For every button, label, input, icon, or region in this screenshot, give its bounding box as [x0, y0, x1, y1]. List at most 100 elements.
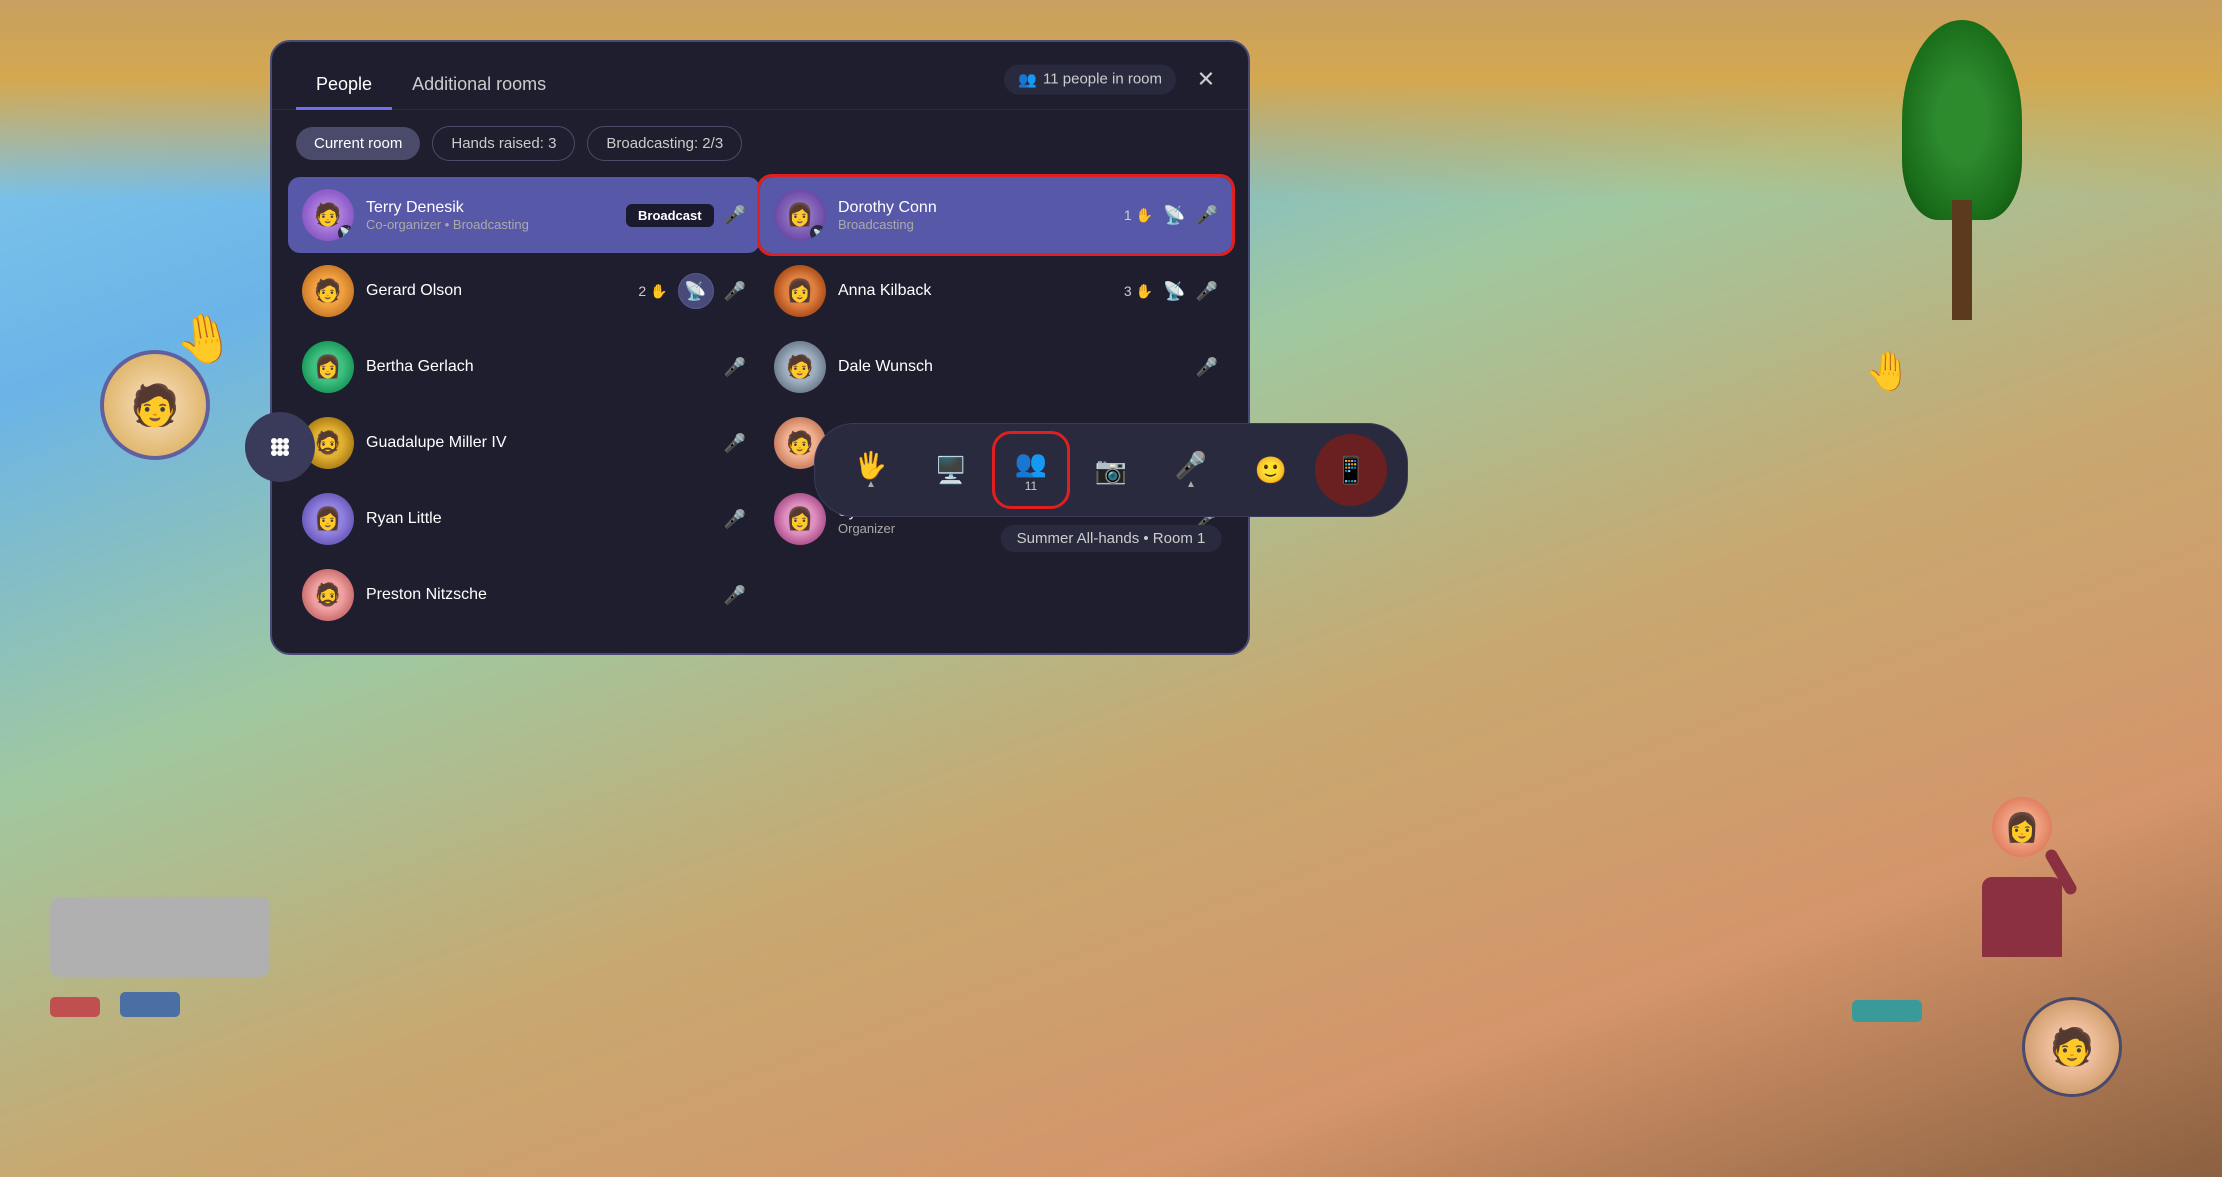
sofa	[50, 897, 270, 977]
avatar-dorothy-status: 📡	[810, 225, 826, 241]
raise-hand-icon: 🖐	[855, 450, 887, 481]
reactions-icon: 🙂	[1255, 455, 1287, 486]
people-count-badge: 11	[1025, 479, 1037, 493]
char-right-body	[1982, 877, 2062, 957]
tree-crown	[1902, 20, 2022, 220]
terry-name: Terry Denesik	[366, 199, 614, 217]
person-bertha[interactable]: 👩 Bertha Gerlach 🎤	[288, 329, 760, 405]
dorothy-role: Broadcasting	[838, 217, 1112, 232]
avatar-dorothy: 👩 📡	[774, 189, 826, 241]
room-info-badge: Summer All-hands • Room 1	[1001, 525, 1222, 552]
anna-mic-icon: 🎤	[1196, 281, 1218, 302]
room-info-label: Summer All-hands • Room 1	[1017, 530, 1206, 547]
tab-additional-rooms[interactable]: Additional rooms	[392, 62, 566, 110]
gerard-hand-emoji: ✋	[650, 283, 667, 300]
main-panel: People Additional rooms 👥 11 people in r…	[270, 40, 1250, 655]
mic-button[interactable]: 🎤 ▲	[1155, 434, 1227, 506]
anna-actions: 3 ✋ 📡 🎤	[1124, 281, 1218, 302]
bertha-actions: 🎤	[724, 357, 746, 378]
person-anna[interactable]: 👩 Anna Kilback 3 ✋ 📡 🎤	[760, 253, 1232, 329]
dale-mic-icon: 🎤	[1196, 357, 1218, 378]
apps-icon	[266, 433, 294, 461]
avatar-sylvia: 👩	[774, 493, 826, 545]
gerard-name: Gerard Olson	[366, 282, 626, 300]
avatar-bertha: 👩	[302, 341, 354, 393]
hand-wave-right: 🤚	[1865, 350, 1912, 394]
person-preston[interactable]: 🧔 Preston Nitzsche 🎤	[288, 557, 760, 633]
preston-name: Preston Nitzsche	[366, 586, 712, 604]
avatar-dale: 🧑	[774, 341, 826, 393]
preston-info: Preston Nitzsche	[366, 586, 712, 604]
avatar-bottom-right: 🧑	[2022, 997, 2122, 1097]
cushion-teal	[1852, 1000, 1922, 1022]
camera-icon: 📷	[1095, 455, 1127, 486]
people-button[interactable]: 👥 11	[995, 434, 1067, 506]
reactions-button[interactable]: 🙂	[1235, 434, 1307, 506]
filter-broadcasting[interactable]: Broadcasting: 2/3	[587, 126, 742, 161]
guadalupe-mic-icon: 🎤	[724, 433, 746, 454]
raise-hand-button[interactable]: 🖐 ▲	[835, 434, 907, 506]
avatar-left-emoji: 🧑	[130, 382, 180, 429]
gerard-hand-count-num: 2	[638, 283, 646, 299]
anna-hand-count: 3 ✋	[1124, 283, 1153, 300]
more-button[interactable]: 📱	[1315, 434, 1387, 506]
dorothy-signal-icon: 📡	[1163, 205, 1185, 226]
bertha-info: Bertha Gerlach	[366, 358, 712, 376]
people-grid: 🧑 📡 Terry Denesik Co-organizer • Broadca…	[272, 177, 1248, 633]
camera-button[interactable]: 📷	[1075, 434, 1147, 506]
filter-row: Current room Hands raised: 3 Broadcastin…	[272, 110, 1248, 177]
dale-actions: 🎤	[1196, 357, 1218, 378]
tab-people[interactable]: People	[296, 62, 392, 110]
people-count-text: 11 people in room	[1043, 71, 1162, 88]
avatar-terry-status: 📡	[338, 225, 354, 241]
dorothy-hand-count: 1 ✋	[1124, 207, 1153, 224]
panel-header: People Additional rooms 👥 11 people in r…	[272, 42, 1248, 110]
dorothy-hand-emoji: ✋	[1136, 207, 1153, 224]
avatar-bottom-right-emoji: 🧑	[2050, 1026, 2095, 1068]
dorothy-mic-icon: 🎤	[1196, 205, 1218, 226]
person-guadalupe[interactable]: 🧔 Guadalupe Miller IV 🎤	[288, 405, 760, 481]
filter-hands-raised[interactable]: Hands raised: 3	[432, 126, 575, 161]
anna-hand-emoji: ✋	[1136, 283, 1153, 300]
bottom-toolbar: 🖐 ▲ 🖥️ 👥 11 📷 🎤 ▲ 🙂 📱	[814, 423, 1408, 517]
avatar-gerard: 🧑	[302, 265, 354, 317]
raise-hand-chevron: ▲	[866, 479, 876, 490]
terry-role: Co-organizer • Broadcasting	[366, 217, 614, 232]
guadalupe-name: Guadalupe Miller IV	[366, 434, 712, 452]
person-terry[interactable]: 🧑 📡 Terry Denesik Co-organizer • Broadca…	[288, 177, 760, 253]
char-right-head: 👩	[1992, 797, 2052, 857]
gerard-hand-count: 2 ✋	[638, 283, 667, 300]
filter-current-room[interactable]: Current room	[296, 127, 420, 160]
avatar-anna: 👩	[774, 265, 826, 317]
person-dale[interactable]: 🧑 Dale Wunsch 🎤	[760, 329, 1232, 405]
ryan-mic-icon: 🎤	[724, 509, 746, 530]
header-right: 👥 11 people in room ✕	[1004, 61, 1224, 97]
preston-mic-icon: 🎤	[724, 585, 746, 606]
anna-name: Anna Kilback	[838, 282, 1112, 300]
gerard-cast-button[interactable]: 📡	[678, 273, 714, 309]
people-icon: 👥	[1015, 448, 1047, 479]
cushion-blue	[120, 992, 180, 1017]
preston-actions: 🎤	[724, 585, 746, 606]
avatar-ryan: 👩	[302, 493, 354, 545]
anna-hand-count-num: 3	[1124, 283, 1132, 299]
person-ryan[interactable]: 👩 Ryan Little 🎤	[288, 481, 760, 557]
gerard-mic-icon: 🎤	[724, 281, 746, 302]
anna-info: Anna Kilback	[838, 282, 1112, 300]
mic-icon: 🎤	[1175, 450, 1207, 481]
close-button[interactable]: ✕	[1188, 61, 1224, 97]
ryan-info: Ryan Little	[366, 510, 712, 528]
dale-info: Dale Wunsch	[838, 358, 1184, 376]
hand-wave-left: 🤚	[171, 305, 240, 372]
person-dorothy[interactable]: 👩 📡 Dorothy Conn Broadcasting 1 ✋ 📡 🎤	[760, 177, 1232, 253]
terry-mic-icon: 🎤	[724, 205, 746, 226]
guadalupe-actions: 🎤	[724, 433, 746, 454]
bertha-name: Bertha Gerlach	[366, 358, 712, 376]
apps-button[interactable]	[245, 412, 315, 482]
screen-share-button[interactable]: 🖥️	[915, 434, 987, 506]
person-gerard[interactable]: 🧑 Gerard Olson 2 ✋ 📡 🎤	[288, 253, 760, 329]
close-icon: ✕	[1197, 66, 1215, 92]
tree-trunk	[1952, 200, 1972, 320]
avatar-preston: 🧔	[302, 569, 354, 621]
mic-chevron: ▲	[1186, 479, 1196, 490]
